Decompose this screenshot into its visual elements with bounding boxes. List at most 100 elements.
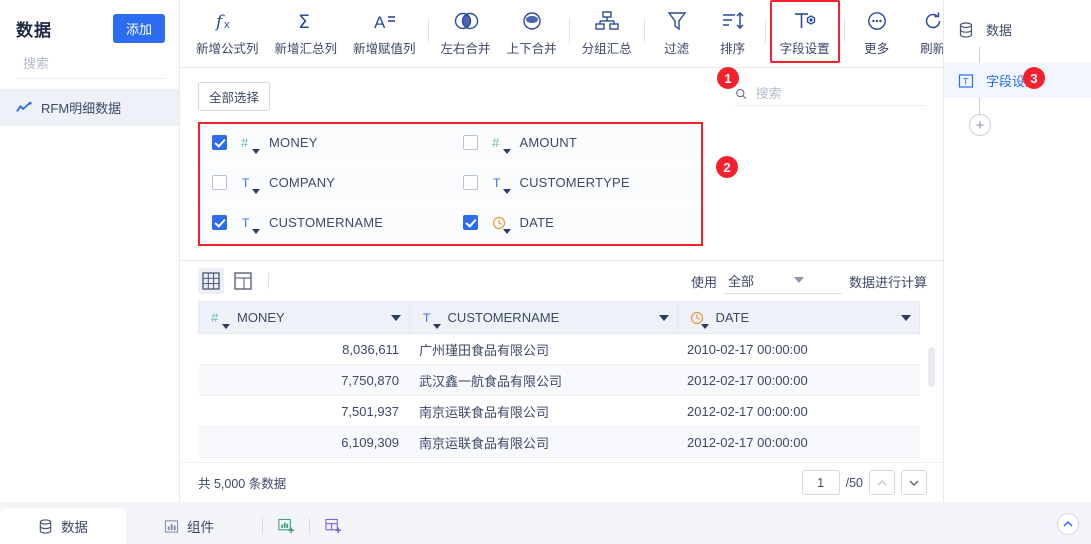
table-row[interactable]: 6,109,309 南京运联食品有限公司 2012-02-17 00:00:00	[198, 426, 920, 458]
column-header-money[interactable]: # MONEY	[198, 301, 410, 334]
number-type-icon: #	[207, 311, 230, 329]
text-type-icon[interactable]: T	[237, 216, 260, 234]
filter-icon	[666, 8, 688, 34]
table-row[interactable]: 7,750,870 武汉鑫一航食品有限公司 2012-02-17 00:00:0…	[198, 364, 920, 396]
toolbar-label: 新增赋值列	[353, 42, 416, 56]
toolbar-label: 更多	[864, 42, 890, 56]
field-checkbox[interactable]	[462, 175, 478, 190]
field-checkbox[interactable]	[212, 135, 227, 150]
bottom-divider	[262, 518, 263, 534]
toolbar-divider	[568, 18, 570, 44]
number-type-icon[interactable]: #	[488, 136, 511, 154]
toolbar-item-field-settings[interactable]: 字段设置	[769, 0, 840, 63]
svg-text:x: x	[224, 19, 230, 31]
add-button[interactable]: 添加	[112, 14, 165, 43]
merge-horizontal-icon	[452, 8, 480, 34]
column-menu-icon[interactable]	[901, 314, 911, 321]
sidebar-search-input[interactable]	[23, 56, 199, 71]
toolbar-item-summary-column[interactable]: Σ 新增汇总列	[267, 0, 346, 63]
fx-icon: fx	[214, 8, 240, 34]
date-type-icon[interactable]	[488, 216, 511, 234]
table-body: 8,036,611 广州瑾田食品有限公司 2010-02-17 00:00:00…	[198, 333, 920, 458]
select-all-button[interactable]: 全部选择	[198, 81, 271, 111]
text-type-icon[interactable]: T	[488, 176, 511, 194]
collapse-panel-button[interactable]	[1057, 513, 1079, 535]
cell-date: 2010-02-17 00:00:00	[677, 333, 920, 365]
toolbar-label: 过滤	[664, 42, 690, 56]
column-menu-icon[interactable]	[390, 314, 401, 321]
toolbar-item-group-summary[interactable]: 分组汇总	[574, 0, 640, 63]
field-search-input[interactable]	[755, 86, 925, 101]
field-checkbox[interactable]	[212, 215, 227, 230]
field-checkbox[interactable]	[462, 135, 478, 150]
pipeline-panel: 数据 T 字段设置 +	[943, 0, 1091, 502]
table-vertical-scrollbar[interactable]	[928, 347, 935, 387]
text-type-icon[interactable]: T	[237, 176, 260, 194]
table-row[interactable]: 8,036,611 广州瑾田食品有限公司 2010-02-17 00:00:00	[198, 333, 920, 365]
field-row-date[interactable]: DATE	[450, 204, 701, 244]
next-page-button[interactable]	[901, 470, 927, 495]
chevron-down-icon	[432, 323, 441, 329]
calc-suffix-label: 数据进行计算	[848, 274, 927, 290]
toolbar-item-more[interactable]: 更多	[849, 0, 905, 63]
toolbar-item-filter[interactable]: 过滤	[649, 0, 705, 63]
field-name: COMPANY	[269, 175, 336, 190]
sidebar-item-dataset[interactable]: RFM明细数据	[0, 89, 179, 126]
data-preparation-screen: 数据 添加 ••• RFM明细数据	[0, 0, 1091, 544]
cell-customername: 广州瑾田食品有限公司	[409, 333, 678, 365]
page-number-input[interactable]	[801, 470, 840, 495]
tab-label: 数据	[61, 520, 88, 535]
calc-scope-select[interactable]: 全部	[723, 269, 842, 294]
cell-date: 2012-02-17 00:00:00	[677, 426, 920, 458]
field-name: CUSTOMERNAME	[269, 215, 384, 230]
toolbar-divider	[843, 18, 845, 44]
field-checkbox[interactable]	[212, 175, 227, 190]
field-name: DATE	[519, 215, 555, 230]
svg-text:#: #	[241, 136, 249, 150]
cell-customername: 南京运联食品有限公司	[409, 426, 678, 458]
column-menu-icon[interactable]	[658, 314, 669, 321]
toolbar-item-formula-column[interactable]: fx 新增公式列	[188, 0, 267, 63]
table-head: # MONEY T CUSTOMERNAME DATE	[198, 301, 921, 334]
field-checkbox[interactable]	[462, 215, 478, 230]
prev-page-button[interactable]	[869, 470, 895, 495]
toolbar-item-refresh[interactable]: 刷新	[905, 0, 943, 63]
search-icon	[736, 88, 747, 99]
field-row-amount[interactable]: # AMOUNT	[450, 124, 701, 164]
field-search[interactable]	[735, 86, 925, 106]
field-row-money[interactable]: # MONEY	[200, 124, 451, 164]
sidebar-search[interactable]: •••	[16, 55, 223, 79]
tab-data[interactable]: 数据	[0, 508, 126, 544]
field-row-customertype[interactable]: T CUSTOMERTYPE	[450, 164, 701, 204]
table-scroll-container: # MONEY T CUSTOMERNAME DATE 8,036,611 广州…	[180, 301, 943, 462]
table-row[interactable]: 7,501,937 南京运联食品有限公司 2012-02-17 00:00:00	[198, 395, 920, 427]
toolbar-item-merge-vertical[interactable]: 上下合并	[499, 0, 565, 63]
field-row-company[interactable]: T COMPANY	[200, 164, 451, 204]
pipeline-node-field-settings[interactable]: T 字段设置	[944, 63, 1091, 98]
chevron-up-icon	[1063, 520, 1073, 527]
page-total-label: /50	[845, 475, 863, 490]
chevron-down-icon	[502, 228, 511, 234]
toolbar-item-assign-column[interactable]: A 新增赋值列	[345, 0, 424, 63]
column-header-date[interactable]: DATE	[677, 301, 921, 334]
pipeline-add-button[interactable]: +	[969, 114, 991, 136]
toolbar-item-merge-horizontal[interactable]: 左右合并	[433, 0, 499, 63]
cell-customername: 武汉鑫一航食品有限公司	[409, 364, 678, 396]
toolbar-divider	[427, 18, 429, 44]
toolbar-item-sort[interactable]: 排序	[705, 0, 761, 63]
cell-date: 2012-02-17 00:00:00	[677, 364, 920, 396]
add-chart-icon[interactable]	[273, 508, 299, 544]
fields-grid: # MONEY # AMOUNT T COMPANY T CUSTOMERTYP…	[200, 124, 701, 244]
tab-components[interactable]: 组件	[126, 508, 252, 544]
total-count-label: 共 5,000 条数据	[198, 477, 287, 491]
pipeline-node-data[interactable]: 数据	[944, 12, 1091, 47]
column-header-customername[interactable]: T CUSTOMERNAME	[409, 301, 678, 334]
add-dashboard-icon[interactable]	[320, 508, 346, 544]
chevron-down-icon	[909, 480, 919, 486]
card-view-icon[interactable]	[230, 268, 256, 294]
number-type-icon[interactable]: #	[237, 136, 260, 154]
table-view-icon[interactable]	[198, 268, 224, 294]
tab-label: 组件	[187, 520, 214, 535]
svg-text:T: T	[493, 176, 501, 190]
field-row-customername[interactable]: T CUSTOMERNAME	[200, 204, 451, 244]
